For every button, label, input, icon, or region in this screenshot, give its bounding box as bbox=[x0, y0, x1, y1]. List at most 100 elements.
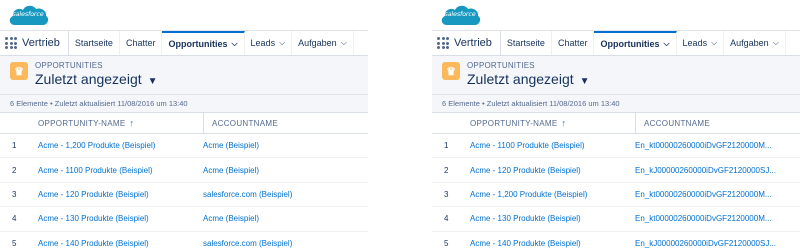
row-number: 2 bbox=[12, 165, 17, 175]
listview-panel-right: salesforce Vertrieb Startseite Chatter Opp… bbox=[432, 0, 800, 251]
account-link[interactable]: Acme (Beispiel) bbox=[203, 214, 368, 223]
global-header: salesforce bbox=[0, 0, 368, 30]
nav-tab-label: Aufgaben bbox=[730, 38, 769, 48]
global-header: salesforce bbox=[432, 0, 800, 30]
nav-tab-startseite[interactable]: Startseite bbox=[69, 31, 120, 55]
account-link[interactable]: En_kt00000260000iDvGF2120000M... bbox=[635, 190, 800, 199]
table-body: 1 Acme - 1,200 Produkte (Beispiel) Acme (B… bbox=[0, 134, 368, 251]
table-header: OPPORTUNITY-NAME ↑ ACCOUNTNAME bbox=[0, 113, 368, 134]
caret-down-icon[interactable]: ▼ bbox=[580, 76, 590, 87]
nav-tab-chatter[interactable]: Chatter bbox=[552, 31, 595, 55]
table-row: 5 Acme - 140 Produkte (Beispiel) En_kJ0000… bbox=[432, 232, 800, 251]
chevron-down-icon[interactable]: ⌵ bbox=[231, 39, 237, 49]
row-number: 4 bbox=[12, 214, 17, 224]
account-link[interactable]: En_kt00000260000iDvGF2120000M... bbox=[635, 214, 800, 223]
nav-tab-startseite[interactable]: Startseite bbox=[501, 31, 552, 55]
chevron-down-icon[interactable]: ⌵ bbox=[279, 38, 285, 48]
nav-tab-label: Opportunities bbox=[168, 39, 228, 49]
account-link[interactable]: En_kt00000260000iDvGF2120000M... bbox=[635, 141, 800, 150]
nav-tab-leads[interactable]: Leads ⌵ bbox=[677, 31, 725, 55]
account-link[interactable]: Acme (Beispiel) bbox=[203, 141, 368, 150]
opportunity-link[interactable]: Acme - 140 Produkte (Beispiel) bbox=[30, 239, 203, 248]
nav-tab-label: Chatter bbox=[557, 38, 588, 48]
table-row: 1 Acme - 1100 Produkte (Beispiel) En_kt000… bbox=[432, 134, 800, 159]
nav-tab-chatter[interactable]: Chatter bbox=[120, 31, 163, 55]
nav-tab-label: Startseite bbox=[74, 38, 113, 48]
nav-tab-opportunities[interactable]: Opportunities ⌵ bbox=[594, 31, 677, 55]
list-view-selector[interactable]: Zuletzt angezeigt ▼ bbox=[467, 71, 590, 87]
nav-tab-aufgaben[interactable]: Aufgaben ⌵ bbox=[724, 31, 786, 55]
opportunity-link[interactable]: Acme - 120 Produkte (Beispiel) bbox=[462, 166, 635, 175]
object-label: OPPORTUNITIES bbox=[35, 61, 103, 70]
table-row: 5 Acme - 140 Produkte (Beispiel) salesforc… bbox=[0, 232, 368, 251]
table-row: 2 Acme - 120 Produkte (Beispiel) En_kJ0000… bbox=[432, 158, 800, 183]
account-link[interactable]: salesforce.com (Beispiel) bbox=[203, 239, 368, 248]
caret-down-icon[interactable]: ▼ bbox=[148, 76, 158, 87]
logo-text: salesforce bbox=[444, 10, 476, 18]
table-header: OPPORTUNITY-NAME ↑ ACCOUNTNAME bbox=[432, 113, 800, 134]
nav-tab-label: Leads bbox=[250, 38, 276, 48]
chevron-down-icon[interactable]: ⌵ bbox=[711, 38, 717, 48]
column-label: OPPORTUNITY-NAME bbox=[470, 118, 558, 128]
nav-tab-aufgaben[interactable]: Aufgaben ⌵ bbox=[292, 31, 354, 55]
app-launcher-icon[interactable] bbox=[0, 31, 22, 55]
opportunity-link[interactable]: Acme - 140 Produkte (Beispiel) bbox=[462, 239, 635, 248]
chevron-down-icon[interactable]: ⌵ bbox=[341, 38, 347, 48]
salesforce-logo[interactable]: salesforce bbox=[6, 1, 50, 31]
list-status: 6 Elemente • Zuletzt aktualisiert 11/08/… bbox=[0, 95, 368, 113]
sort-up-arrow-icon: ↑ bbox=[561, 118, 567, 128]
row-number: 3 bbox=[444, 189, 449, 199]
opportunity-link[interactable]: Acme - 1,200 Produkte (Beispiel) bbox=[462, 190, 635, 199]
opportunity-link[interactable]: Acme - 130 Produkte (Beispiel) bbox=[462, 214, 635, 223]
opportunity-link[interactable]: Acme - 1100 Produkte (Beispiel) bbox=[30, 166, 203, 175]
column-label: ACCOUNTNAME bbox=[644, 118, 710, 128]
nav-tab-label: Leads bbox=[682, 38, 708, 48]
nav-tab-opportunities[interactable]: Opportunities ⌵ bbox=[162, 31, 245, 55]
navigation-bar: Vertrieb Startseite Chatter Opportunities ⌵… bbox=[432, 30, 800, 56]
nav-tab-label: Chatter bbox=[125, 38, 156, 48]
column-label: OPPORTUNITY-NAME bbox=[38, 118, 126, 128]
column-opportunity-name[interactable]: OPPORTUNITY-NAME ↑ bbox=[30, 113, 204, 133]
table-row: 2 Acme - 1100 Produkte (Beispiel) Acme (Be… bbox=[0, 158, 368, 183]
nav-items: Startseite Chatter Opportunities ⌵ Leads ⌵ Auf… bbox=[501, 31, 786, 55]
crown-icon: ♛ bbox=[10, 62, 28, 80]
crown-icon: ♛ bbox=[442, 62, 460, 80]
opportunity-link[interactable]: Acme - 130 Produkte (Beispiel) bbox=[30, 214, 203, 223]
list-view-header: ♛ OPPORTUNITIES Zuletzt angezeigt ▼ bbox=[432, 56, 800, 95]
chevron-down-icon[interactable]: ⌵ bbox=[663, 39, 669, 49]
column-account-name[interactable]: ACCOUNTNAME bbox=[636, 119, 710, 128]
nav-items: Startseite Chatter Opportunities ⌵ Leads ⌵ Auf… bbox=[69, 31, 354, 55]
row-number: 1 bbox=[12, 141, 17, 151]
list-title: Zuletzt angezeigt bbox=[467, 71, 574, 87]
chevron-down-icon[interactable]: ⌵ bbox=[773, 38, 779, 48]
logo-text: salesforce bbox=[12, 10, 44, 18]
sort-up-arrow-icon: ↑ bbox=[129, 118, 135, 128]
table-row: 3 Acme - 120 Produkte (Beispiel) salesforc… bbox=[0, 183, 368, 208]
column-account-name[interactable]: ACCOUNTNAME bbox=[204, 119, 278, 128]
row-number: 4 bbox=[444, 214, 449, 224]
column-label: ACCOUNTNAME bbox=[212, 118, 278, 128]
opportunity-link[interactable]: Acme - 1100 Produkte (Beispiel) bbox=[462, 141, 635, 150]
table-row: 4 Acme - 130 Produkte (Beispiel) En_kt0000… bbox=[432, 207, 800, 232]
account-link[interactable]: salesforce.com (Beispiel) bbox=[203, 190, 368, 199]
object-label: OPPORTUNITIES bbox=[467, 61, 535, 70]
nav-tab-leads[interactable]: Leads ⌵ bbox=[245, 31, 293, 55]
column-opportunity-name[interactable]: OPPORTUNITY-NAME ↑ bbox=[462, 113, 636, 133]
account-link[interactable]: Acme (Beispiel) bbox=[203, 166, 368, 175]
table-row: 3 Acme - 1,200 Produkte (Beispiel) En_kt00… bbox=[432, 183, 800, 208]
row-number: 1 bbox=[444, 141, 449, 151]
account-link[interactable]: En_kJ00000260000iDvGF2120000SJ... bbox=[635, 239, 800, 248]
opportunity-link[interactable]: Acme - 120 Produkte (Beispiel) bbox=[30, 190, 203, 199]
nav-tab-label: Startseite bbox=[506, 38, 545, 48]
app-launcher-icon[interactable] bbox=[432, 31, 454, 55]
listview-panel-left: salesforce Vertrieb Startseite Chatter Opp… bbox=[0, 0, 368, 251]
opportunity-link[interactable]: Acme - 1,200 Produkte (Beispiel) bbox=[30, 141, 203, 150]
list-view-selector[interactable]: Zuletzt angezeigt ▼ bbox=[35, 71, 158, 87]
navigation-bar: Vertrieb Startseite Chatter Opportunities ⌵… bbox=[0, 30, 368, 56]
table-row: 1 Acme - 1,200 Produkte (Beispiel) Acme (B… bbox=[0, 134, 368, 159]
table-body: 1 Acme - 1100 Produkte (Beispiel) En_kt000… bbox=[432, 134, 800, 251]
salesforce-logo[interactable]: salesforce bbox=[438, 1, 482, 31]
account-link[interactable]: En_kJ00000260000iDvGF2120000SJ... bbox=[635, 166, 800, 175]
nav-tab-label: Aufgaben bbox=[298, 38, 337, 48]
list-status: 6 Elemente • Zuletzt aktualisiert 11/08/… bbox=[432, 95, 800, 113]
